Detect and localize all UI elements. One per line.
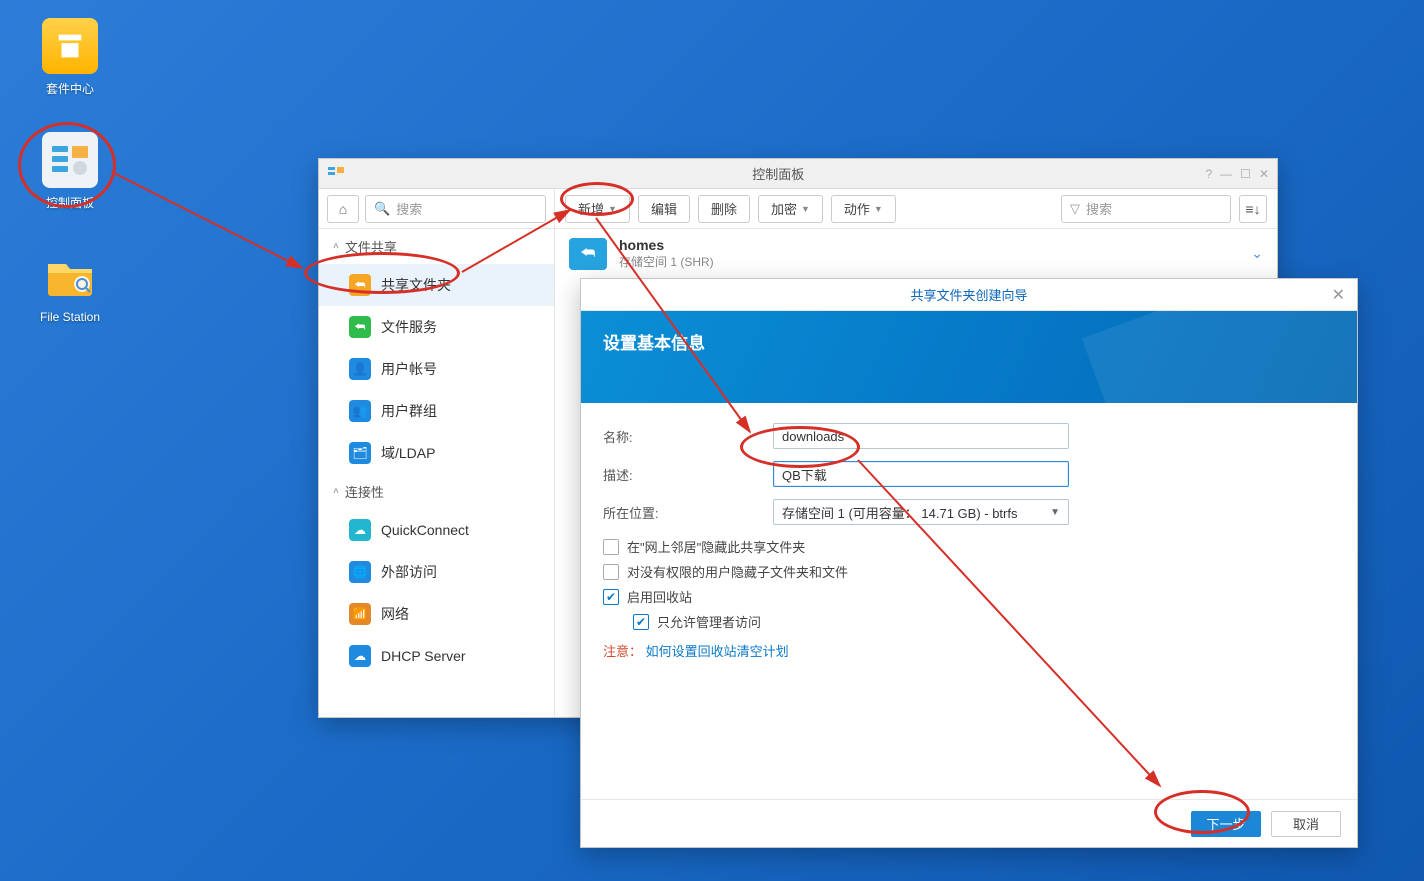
close-button[interactable]: ✕	[1332, 285, 1345, 305]
folder-name: homes	[619, 237, 714, 253]
add-button[interactable]: 新增▼	[565, 195, 630, 223]
sidebar-item-quickconnect[interactable]: ☁QuickConnect	[319, 509, 554, 551]
control-panel-icon	[327, 165, 345, 183]
chevron-down-icon: ▼	[1050, 507, 1060, 518]
enable-recycle-checkbox[interactable]: ✔ 启用回收站	[603, 587, 1335, 606]
desktop-icon-label: 控制面板	[30, 194, 110, 211]
wizard-body: 名称: 描述: 所在位置: 存储空间 1 (可用容量： 14.71 GB) - …	[581, 403, 1357, 670]
sidebar-item-network[interactable]: 📶网络	[319, 593, 554, 635]
hide-in-network-checkbox[interactable]: 在"网上邻居"隐藏此共享文件夹	[603, 537, 1335, 556]
globe-icon: 🌐	[349, 561, 371, 583]
desc-label: 描述:	[603, 465, 773, 484]
maximize-button[interactable]: ☐	[1240, 167, 1251, 181]
wizard-titlebar[interactable]: 共享文件夹创建向导 ✕	[581, 279, 1357, 311]
package-center-icon	[42, 18, 98, 74]
checkbox-checked-icon: ✔	[603, 589, 619, 605]
checkbox-icon	[603, 564, 619, 580]
create-shared-folder-wizard: 共享文件夹创建向导 ✕ 设置基本信息 名称: 描述: 所在位置: 存储空间 1 …	[580, 278, 1358, 848]
sidebar-search[interactable]: 🔍 搜索	[365, 195, 546, 223]
window-title: 控制面板	[351, 164, 1205, 183]
search-icon: 🔍	[374, 201, 390, 217]
chevron-down-icon: ▼	[874, 204, 883, 214]
recycle-schedule-link[interactable]: 如何设置回收站清空计划	[646, 644, 789, 659]
cancel-button[interactable]: 取消	[1271, 811, 1341, 837]
sidebar-item-user-account[interactable]: 👤用户帐号	[319, 348, 554, 390]
wizard-footer: 下一步 取消	[581, 799, 1357, 847]
desc-input[interactable]	[773, 461, 1069, 487]
close-button[interactable]: ✕	[1259, 167, 1269, 181]
sidebar-item-file-service[interactable]: ⮪文件服务	[319, 306, 554, 348]
folder-location: 存储空间 1 (SHR)	[619, 253, 714, 270]
encrypt-button[interactable]: 加密▼	[758, 195, 823, 223]
desktop-icon-package-center[interactable]: 套件中心	[30, 18, 110, 97]
chevron-down-icon[interactable]: ⌄	[1251, 245, 1263, 262]
chevron-down-icon: ▼	[608, 204, 617, 214]
ldap-icon: 🗂	[349, 442, 371, 464]
wizard-title: 共享文件夹创建向导	[910, 285, 1027, 304]
location-label: 所在位置:	[603, 503, 773, 522]
user-icon: 👤	[349, 358, 371, 380]
desktop-icon-file-station[interactable]: File Station	[30, 248, 110, 324]
edit-button[interactable]: 编辑	[638, 195, 690, 223]
location-select[interactable]: 存储空间 1 (可用容量： 14.71 GB) - btrfs ▼	[773, 499, 1069, 525]
sidebar-item-dhcp[interactable]: ☁DHCP Server	[319, 635, 554, 677]
name-label: 名称:	[603, 427, 773, 446]
checkbox-checked-icon: ✔	[633, 614, 649, 630]
action-button[interactable]: 动作▼	[831, 195, 896, 223]
sidebar: ⌂ 🔍 搜索 ˄文件共享 ⮪共享文件夹 ⮪文件服务 👤用户帐号 👥用户群组 🗂域…	[319, 189, 555, 717]
folder-share-icon: ⮪	[349, 274, 371, 296]
search-placeholder: 搜索	[396, 199, 422, 218]
shared-folder-icon: ⮪	[569, 238, 607, 270]
window-controls: ? — ☐ ✕	[1205, 167, 1269, 181]
chevron-down-icon: ▼	[801, 204, 810, 214]
help-button[interactable]: ?	[1205, 167, 1212, 181]
minimize-button[interactable]: —	[1220, 167, 1232, 181]
sidebar-item-domain-ldap[interactable]: 🗂域/LDAP	[319, 432, 554, 474]
desktop-icon-control-panel[interactable]: 控制面板	[30, 132, 110, 211]
toolbar-search[interactable]: ▽搜索	[1061, 195, 1231, 223]
wizard-header: 设置基本信息	[581, 311, 1357, 403]
checkbox-icon	[603, 539, 619, 555]
cloud-icon: ☁	[349, 519, 371, 541]
file-service-icon: ⮪	[349, 316, 371, 338]
control-panel-icon	[42, 132, 98, 188]
admin-only-checkbox[interactable]: ✔ 只允许管理者访问	[633, 612, 1335, 631]
shared-folder-row-homes[interactable]: ⮪ homes 存储空间 1 (SHR) ⌄	[555, 229, 1277, 278]
delete-button[interactable]: 删除	[698, 195, 750, 223]
toolbar: 新增▼ 编辑 删除 加密▼ 动作▼ ▽搜索 ≡↓	[555, 189, 1277, 229]
sidebar-section-file-sharing[interactable]: ˄文件共享	[319, 229, 554, 264]
window-titlebar[interactable]: 控制面板 ? — ☐ ✕	[319, 159, 1277, 189]
file-station-icon	[42, 248, 98, 304]
recycle-note: 注意： 如何设置回收站清空计划	[603, 641, 1335, 660]
filter-icon: ▽	[1070, 201, 1080, 217]
home-button[interactable]: ⌂	[327, 195, 359, 223]
sidebar-item-external-access[interactable]: 🌐外部访问	[319, 551, 554, 593]
sort-button[interactable]: ≡↓	[1239, 195, 1267, 223]
hide-no-perm-checkbox[interactable]: 对没有权限的用户隐藏子文件夹和文件	[603, 562, 1335, 581]
next-button[interactable]: 下一步	[1191, 811, 1261, 837]
network-icon: 📶	[349, 603, 371, 625]
dhcp-icon: ☁	[349, 645, 371, 667]
group-icon: 👥	[349, 400, 371, 422]
desktop-icon-label: File Station	[30, 310, 110, 324]
sidebar-section-connectivity[interactable]: ˄连接性	[319, 474, 554, 509]
name-input[interactable]	[773, 423, 1069, 449]
sidebar-item-user-group[interactable]: 👥用户群组	[319, 390, 554, 432]
desktop-icon-label: 套件中心	[30, 80, 110, 97]
sidebar-item-shared-folder[interactable]: ⮪共享文件夹	[319, 264, 554, 306]
